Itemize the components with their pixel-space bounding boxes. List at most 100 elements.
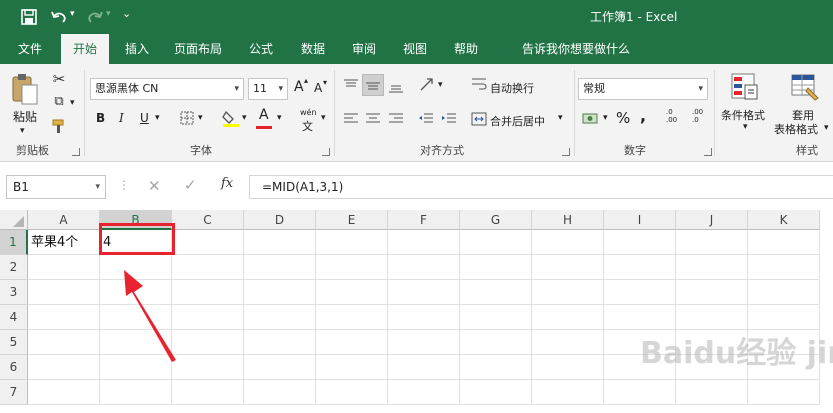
column-header-j[interactable]: J (676, 210, 748, 230)
comma-style-icon[interactable]: , (640, 106, 646, 125)
row-header-6[interactable]: 6 (0, 355, 28, 380)
column-header-g[interactable]: G (460, 210, 532, 230)
row-header-5[interactable]: 5 (0, 330, 28, 355)
cell-d3[interactable] (244, 280, 316, 305)
tab-page-layout[interactable]: 页面布局 (166, 34, 230, 64)
column-header-b[interactable]: B (100, 210, 172, 230)
column-header-k[interactable]: K (748, 210, 820, 230)
cell-g3[interactable] (460, 280, 532, 305)
cell-e7[interactable] (316, 380, 388, 405)
confirm-entry-icon[interactable]: ✓ (184, 176, 197, 194)
tab-review[interactable]: 审阅 (342, 34, 386, 64)
cell-a5[interactable] (28, 330, 100, 355)
paste-button-label[interactable]: 粘贴 (13, 108, 37, 125)
borders-dropdown-icon[interactable]: ▾ (198, 113, 203, 123)
customize-qat-icon[interactable]: ⌄ (122, 7, 131, 20)
tell-me-search[interactable]: 告诉我你想要做什么 (522, 34, 638, 64)
cell-k1[interactable] (748, 230, 820, 255)
cell-k4[interactable] (748, 305, 820, 330)
cell-f6[interactable] (388, 355, 460, 380)
cell-d7[interactable] (244, 380, 316, 405)
conditional-formatting-dropdown-icon[interactable]: ▾ (743, 122, 748, 132)
fill-color-dropdown-icon[interactable]: ▾ (242, 113, 247, 123)
cell-f1[interactable] (388, 230, 460, 255)
wrap-text-button[interactable]: 自动换行 (490, 80, 534, 96)
cell-h4[interactable] (532, 305, 604, 330)
cell-j2[interactable] (676, 255, 748, 280)
cell-k7[interactable] (748, 380, 820, 405)
borders-icon[interactable] (180, 111, 194, 125)
italic-button[interactable]: I (119, 111, 124, 125)
fill-color-icon[interactable] (222, 108, 240, 128)
cell-b7[interactable] (100, 380, 172, 405)
cell-e4[interactable] (316, 305, 388, 330)
phonetic-dropdown-icon[interactable]: ▾ (321, 113, 326, 123)
cell-f5[interactable] (388, 330, 460, 355)
cell-d5[interactable] (244, 330, 316, 355)
column-header-f[interactable]: F (388, 210, 460, 230)
cell-h3[interactable] (532, 280, 604, 305)
row-header-3[interactable]: 3 (0, 280, 28, 305)
cell-a1[interactable]: 苹果4个 (28, 230, 100, 255)
cell-e3[interactable] (316, 280, 388, 305)
cell-g7[interactable] (460, 380, 532, 405)
font-name-combo[interactable]: 思源黑体 CN ▾ (90, 78, 244, 100)
cell-c1[interactable] (172, 230, 244, 255)
formula-input[interactable]: =MID(A1,3,1) (249, 175, 833, 199)
tab-insert[interactable]: 插入 (115, 34, 159, 64)
underline-dropdown-icon[interactable]: ▾ (155, 113, 160, 123)
cell-i7[interactable] (604, 380, 676, 405)
cell-h6[interactable] (532, 355, 604, 380)
percent-style-button[interactable]: % (616, 109, 630, 127)
name-box[interactable]: B1 ▾ (6, 175, 106, 199)
accounting-format-icon[interactable] (582, 110, 600, 128)
align-top-icon[interactable] (343, 78, 359, 94)
cell-g4[interactable] (460, 305, 532, 330)
tab-formulas[interactable]: 公式 (239, 34, 283, 64)
undo-icon[interactable] (50, 8, 68, 26)
decrease-indent-icon[interactable] (418, 111, 434, 127)
select-all-corner[interactable] (0, 210, 28, 230)
font-size-combo[interactable]: 11 ▾ (248, 78, 288, 100)
redo-dropdown-icon[interactable]: ▾ (106, 9, 111, 19)
align-bottom-icon[interactable] (388, 78, 404, 94)
font-dialog-launcher-icon[interactable] (322, 148, 330, 156)
merge-center-button[interactable]: 合并后居中 (490, 113, 545, 129)
cell-d2[interactable] (244, 255, 316, 280)
clipboard-dialog-launcher-icon[interactable] (72, 148, 80, 156)
cell-a7[interactable] (28, 380, 100, 405)
tab-data[interactable]: 数据 (291, 34, 335, 64)
cell-i1[interactable] (604, 230, 676, 255)
accounting-dropdown-icon[interactable]: ▾ (603, 113, 608, 123)
orientation-icon[interactable] (418, 76, 436, 94)
cell-j1[interactable] (676, 230, 748, 255)
cell-h1[interactable] (532, 230, 604, 255)
cell-a6[interactable] (28, 355, 100, 380)
number-dialog-launcher-icon[interactable] (704, 148, 712, 156)
name-box-dropdown-icon[interactable]: ▾ (95, 176, 100, 198)
paste-icon[interactable] (10, 72, 40, 108)
cell-a2[interactable] (28, 255, 100, 280)
format-as-table-label-line2[interactable]: 表格格式 (774, 121, 818, 137)
column-header-h[interactable]: H (532, 210, 604, 230)
save-icon[interactable] (20, 8, 38, 26)
align-right-icon[interactable] (388, 111, 404, 127)
row-header-2[interactable]: 2 (0, 255, 28, 280)
cell-h5[interactable] (532, 330, 604, 355)
conditional-formatting-button[interactable]: 条件格式 (721, 107, 765, 123)
cell-i3[interactable] (604, 280, 676, 305)
cell-f7[interactable] (388, 380, 460, 405)
cell-b1[interactable]: 4 (100, 230, 172, 255)
cell-d4[interactable] (244, 305, 316, 330)
column-header-c[interactable]: C (172, 210, 244, 230)
cell-g2[interactable] (460, 255, 532, 280)
cell-j4[interactable] (676, 305, 748, 330)
bold-button[interactable]: B (96, 111, 105, 125)
merge-center-icon[interactable] (471, 111, 487, 127)
column-header-d[interactable]: D (244, 210, 316, 230)
format-as-table-dropdown-icon[interactable]: ▾ (824, 123, 829, 133)
cell-e6[interactable] (316, 355, 388, 380)
cell-j7[interactable] (676, 380, 748, 405)
grow-font-icon[interactable]: A (294, 79, 304, 95)
cell-f4[interactable] (388, 305, 460, 330)
